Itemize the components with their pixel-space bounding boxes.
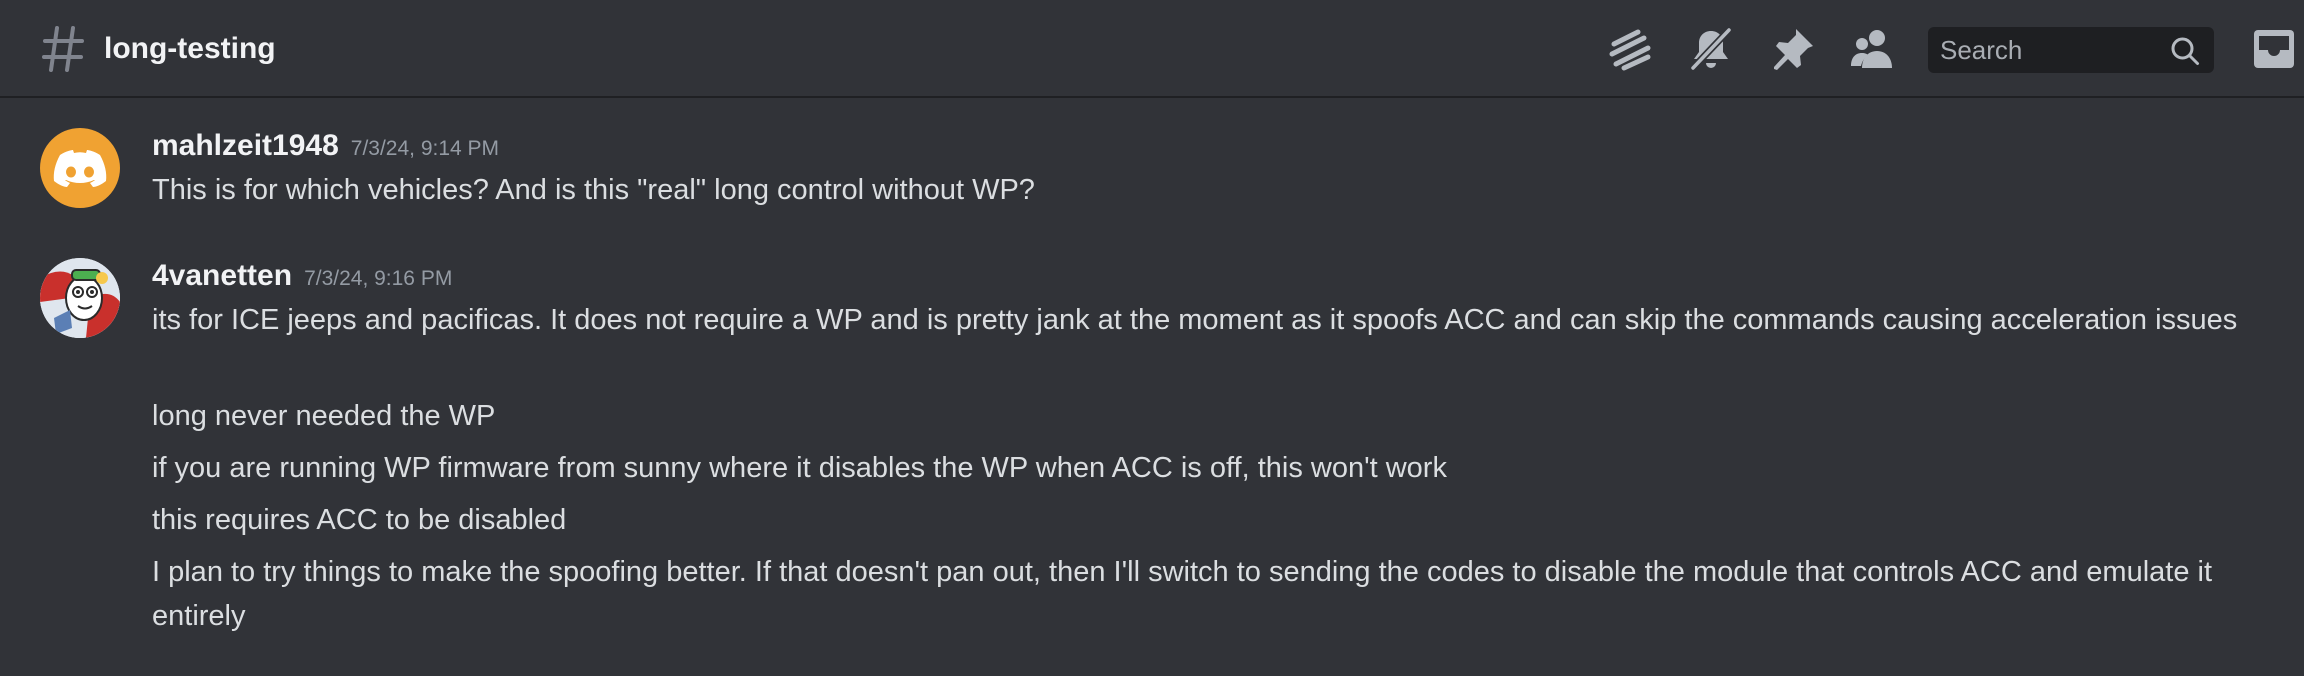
message-text: this requires ACC to be disabled bbox=[152, 504, 567, 536]
author-name[interactable]: 4vanetten bbox=[152, 259, 292, 292]
author-name[interactable]: mahlzeit1948 bbox=[152, 129, 339, 162]
message-timestamp: 7/3/24, 9:14 PM bbox=[350, 137, 500, 160]
avatar[interactable] bbox=[40, 128, 120, 208]
message-text: if you are running WP firmware from sunn… bbox=[152, 452, 1447, 484]
message-author[interactable]: 4vanetten 7/3/24, 9:16 PM bbox=[152, 258, 452, 297]
message-text: long never needed the WP bbox=[152, 400, 496, 432]
message-timestamp: 7/3/24, 9:16 PM bbox=[304, 267, 453, 290]
cartoon-character-icon bbox=[40, 258, 120, 338]
message-text: its for ICE jeeps and pacificas. It does… bbox=[152, 304, 2238, 336]
channel-header: long-testing bbox=[0, 0, 2304, 98]
pin-icon[interactable] bbox=[1770, 26, 1816, 72]
search-icon bbox=[2171, 37, 2199, 65]
search-input[interactable] bbox=[1928, 27, 2158, 73]
search-box[interactable] bbox=[1928, 27, 2214, 73]
discord-logo-icon bbox=[53, 150, 107, 187]
avatar[interactable] bbox=[40, 258, 120, 338]
message-text: I plan to try things to make the spoofin… bbox=[152, 556, 2213, 632]
members-icon[interactable] bbox=[1850, 26, 1896, 72]
inbox-icon[interactable] bbox=[2252, 28, 2296, 70]
message-text: This is for which vehicles? And is this … bbox=[152, 174, 1035, 206]
mute-bell-icon[interactable] bbox=[1688, 26, 1734, 72]
hashtag-icon bbox=[42, 26, 84, 72]
channel-name: long-testing bbox=[104, 32, 276, 65]
message-author[interactable]: mahlzeit1948 7/3/24, 9:14 PM bbox=[152, 128, 499, 167]
threads-icon[interactable] bbox=[1608, 26, 1654, 72]
